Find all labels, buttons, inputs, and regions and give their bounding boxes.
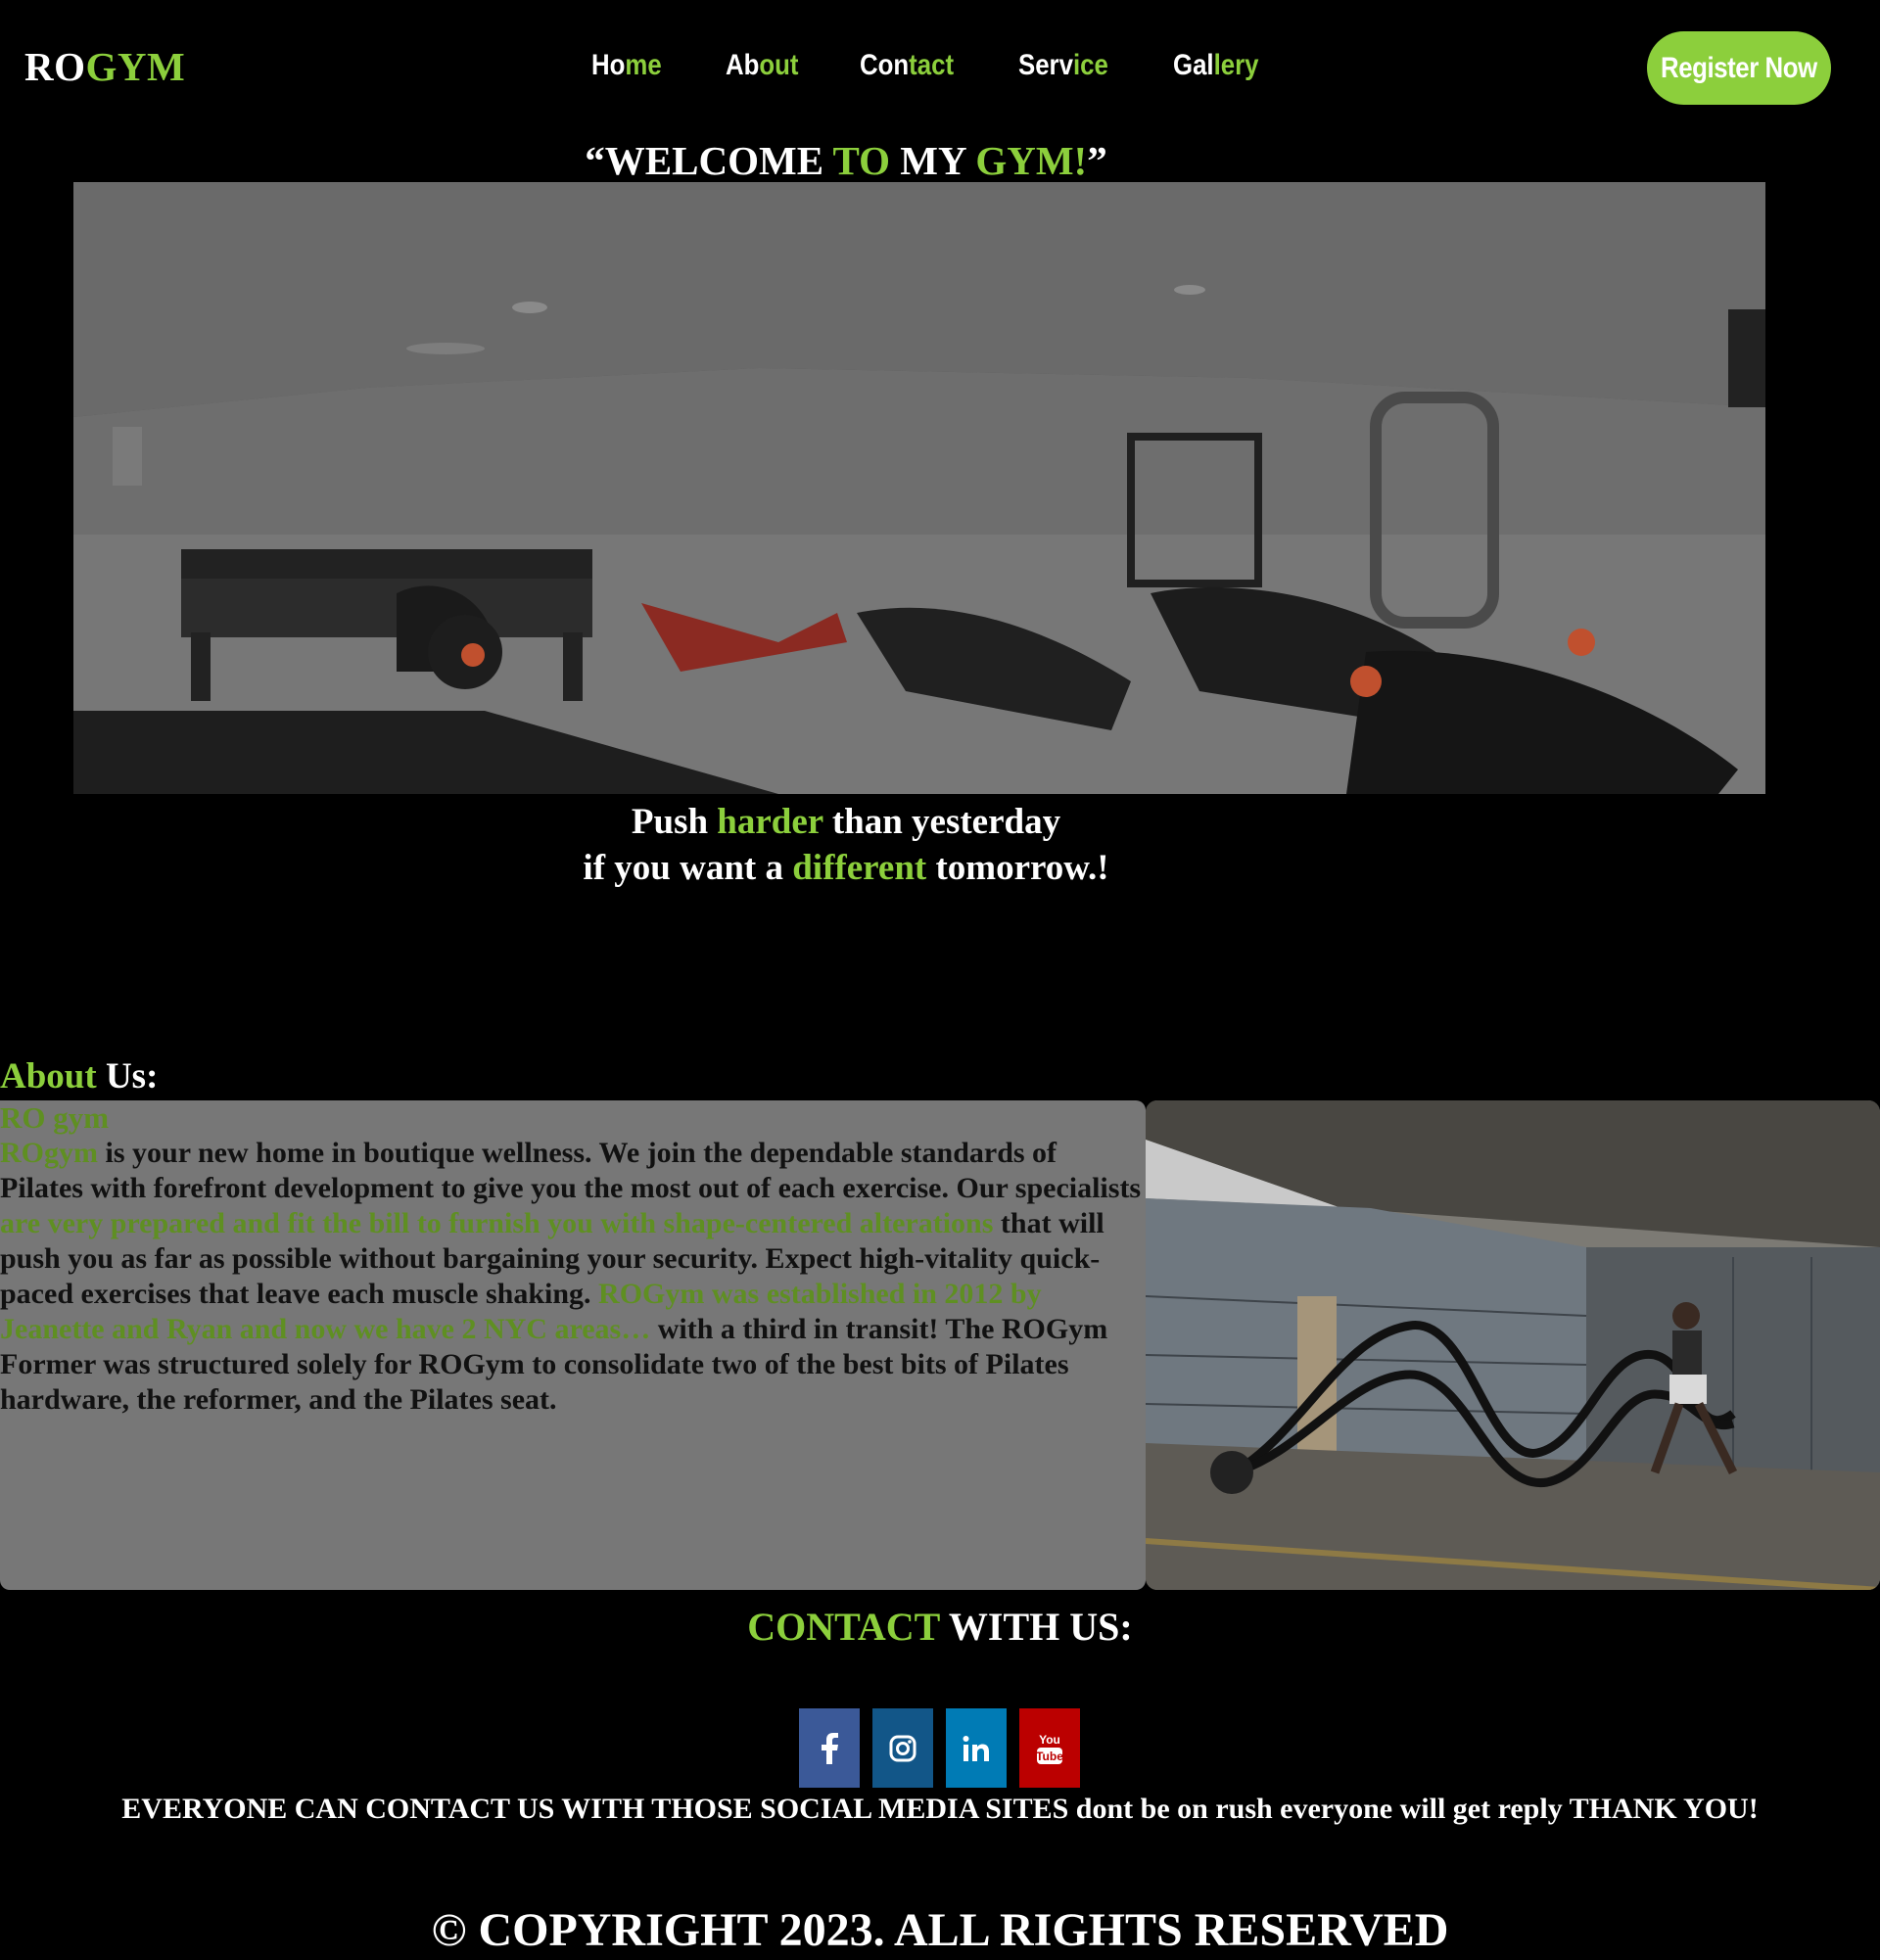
contact-note: EVERYONE CAN CONTACT US WITH THOSE SOCIA… xyxy=(121,1793,1759,1825)
about-heading: About Us: xyxy=(0,1056,159,1097)
about-text-box: RO gym ROgym is your new home in boutiqu… xyxy=(0,1100,1146,1590)
slogan-line-1: Push harder than yesterday xyxy=(631,802,1061,842)
logo-gym: GYM xyxy=(85,44,186,89)
welcome-heading: “WELCOME TO MY GYM!” xyxy=(585,138,1107,183)
slogan-line-2: if you want a different tomorrow.! xyxy=(583,848,1109,888)
contact-heading: CONTACT WITH US: xyxy=(747,1605,1133,1649)
logo[interactable]: ROGYM xyxy=(24,43,185,90)
svg-text:You: You xyxy=(1039,1733,1060,1747)
nav-home[interactable]: Home xyxy=(591,49,662,82)
youtube-icon: You Tube xyxy=(1036,1733,1063,1764)
youtube-link[interactable]: You Tube xyxy=(1019,1708,1080,1788)
hero-slogan: Push harder than yesterday if you want a… xyxy=(0,799,1692,891)
svg-text:Tube: Tube xyxy=(1036,1750,1063,1763)
logo-ro: RO xyxy=(24,44,86,89)
social-links: You Tube xyxy=(799,1708,1080,1788)
facebook-link[interactable] xyxy=(799,1708,860,1788)
copyright: © COPYRIGHT 2023. ALL RIGHTS RESERVED xyxy=(431,1904,1449,1956)
main-nav: Home About Contact Service Gallery xyxy=(591,49,1275,82)
facebook-icon xyxy=(822,1732,838,1764)
site-header: ROGYM Home About Contact Service Gallery… xyxy=(0,0,1880,137)
linkedin-icon xyxy=(963,1735,989,1761)
about-subtitle: RO gym xyxy=(0,1100,110,1135)
register-now-button[interactable]: Register Now xyxy=(1647,31,1831,105)
about-paragraph: ROgym is your new home in boutique welln… xyxy=(0,1137,1142,1416)
instagram-icon xyxy=(889,1735,916,1761)
nav-service[interactable]: Service xyxy=(1018,49,1108,82)
nav-about[interactable]: About xyxy=(726,49,799,82)
nav-gallery[interactable]: Gallery xyxy=(1173,49,1259,82)
hero-gym-image xyxy=(73,182,1765,794)
instagram-link[interactable] xyxy=(872,1708,933,1788)
linkedin-link[interactable] xyxy=(946,1708,1007,1788)
about-battle-ropes-image xyxy=(1146,1100,1880,1590)
nav-contact[interactable]: Contact xyxy=(860,49,954,82)
